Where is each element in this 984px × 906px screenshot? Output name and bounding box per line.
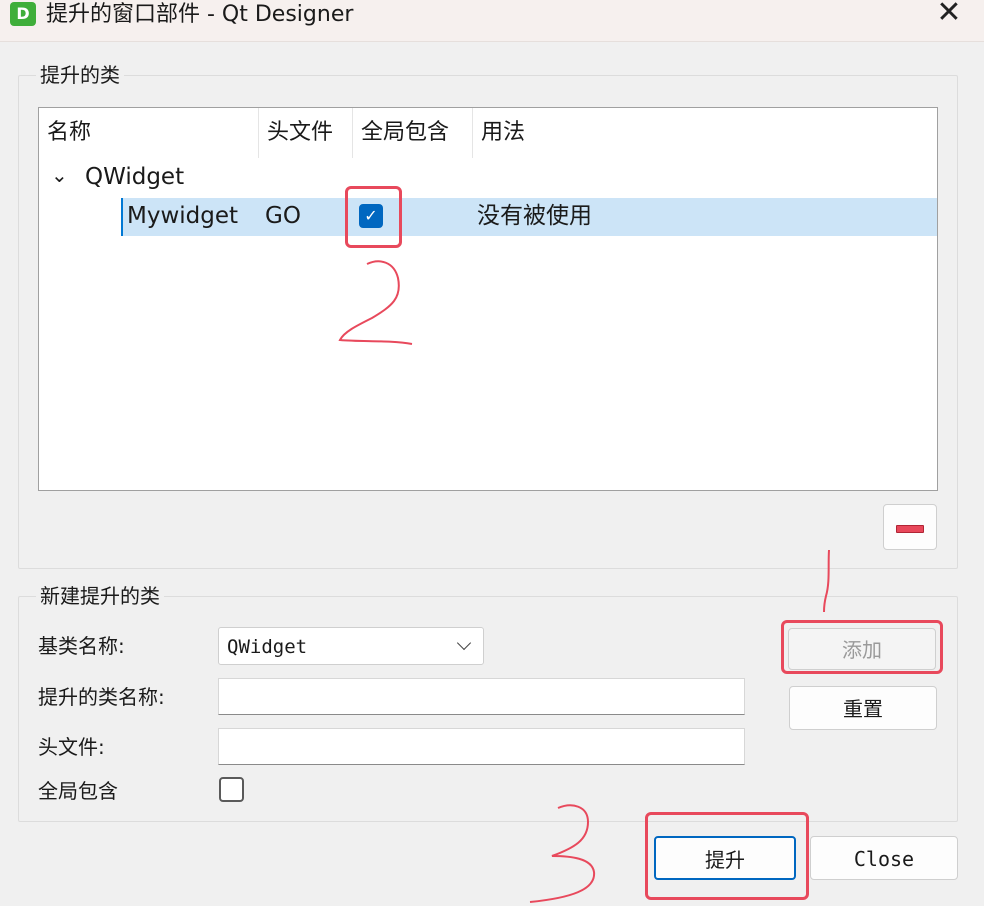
column-header-name[interactable]: 名称 [39,108,259,158]
column-header-usage[interactable]: 用法 [473,108,937,158]
row-usage: 没有被使用 [477,203,592,229]
window-title: 提升的窗口部件 - Qt Designer [46,2,354,27]
column-header-header-file[interactable]: 头文件 [259,108,353,158]
base-class-value: QWidget [227,636,308,658]
header-file-label: 头文件: [38,735,105,759]
close-icon[interactable]: ✕ [934,0,964,30]
header-file-input[interactable] [218,728,745,765]
row-class-name: Mywidget [127,203,239,229]
tree-expander-icon[interactable]: ⌄ [51,160,68,190]
promoted-classes-tree[interactable]: 名称 头文件 全局包含 用法 ⌄ QWidget Mywidget GO ✓ 没… [38,107,938,491]
global-include-checkbox[interactable] [219,777,244,802]
tree-node-qwidget[interactable]: QWidget [85,162,184,192]
qt-designer-icon: D [10,2,36,26]
promote-button[interactable]: 提升 [654,836,796,880]
base-class-label: 基类名称: [38,634,125,658]
global-include-label: 全局包含 [38,779,118,803]
title-bar: D 提升的窗口部件 - Qt Designer ✕ [0,0,984,42]
row-header-file: GO [265,203,301,229]
base-class-combo[interactable]: QWidget [218,627,484,665]
remove-class-button[interactable] [883,504,937,550]
promoted-classes-group-title: 提升的类 [36,63,124,87]
minus-icon [896,525,924,533]
chevron-down-icon [456,635,472,651]
column-header-global-include[interactable]: 全局包含 [353,108,473,158]
reset-button[interactable]: 重置 [789,686,937,730]
row-global-include-checkbox[interactable]: ✓ [359,204,383,228]
add-button[interactable]: 添加 [788,628,936,670]
new-promoted-class-group-title: 新建提升的类 [36,584,164,608]
promoted-class-name-input[interactable] [218,678,745,715]
promoted-class-name-label: 提升的类名称: [38,685,165,709]
close-button[interactable]: Close [810,836,958,880]
